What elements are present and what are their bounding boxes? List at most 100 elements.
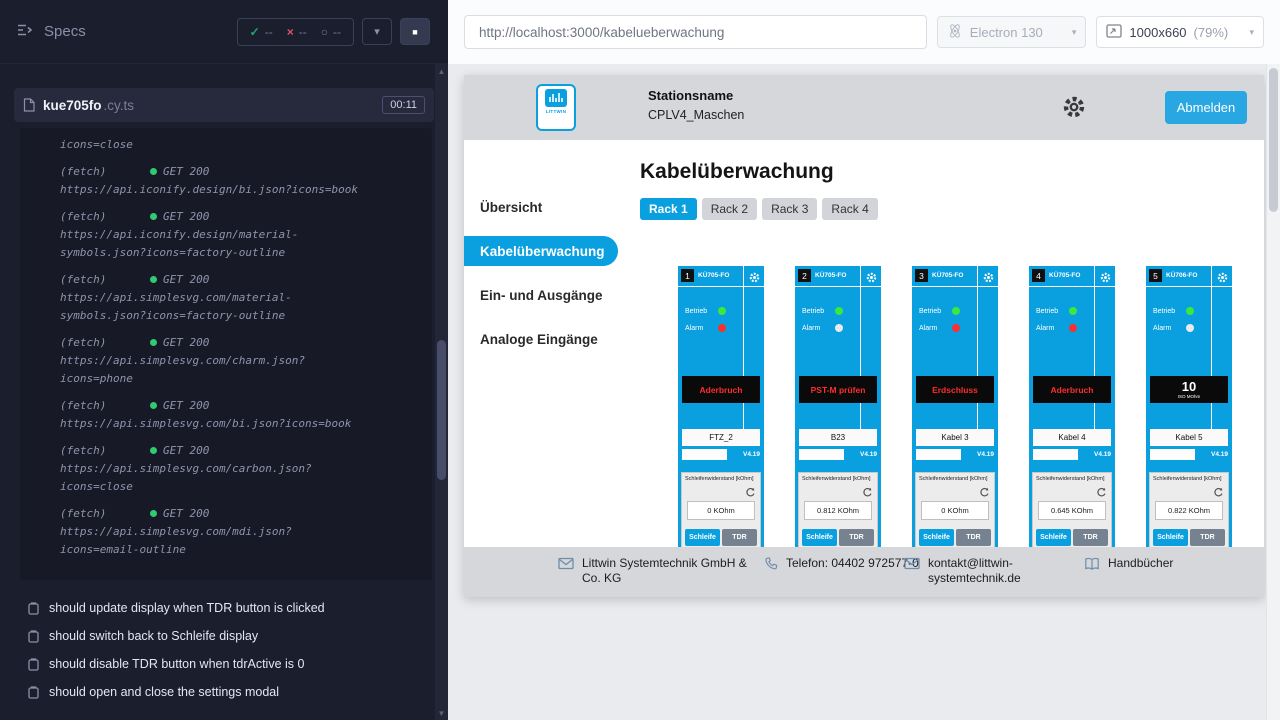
url-input[interactable]: http://localhost:3000/kabelueberwachung (464, 15, 927, 49)
logout-button[interactable]: Abmelden (1165, 91, 1247, 124)
test-title[interactable]: should disable TDR button when tdrActive… (28, 650, 434, 678)
network-log-entry[interactable]: (fetch)GET 200 https://api.simplesvg.com… (60, 271, 418, 325)
footer-phone[interactable]: Telefon: 04402 972577-0 (764, 556, 921, 571)
viewport-select[interactable]: 1000x660 (79%) ▾ (1096, 16, 1264, 48)
status-display: Aderbruch (682, 376, 760, 403)
card-model: KÜ706-FO (1166, 272, 1197, 279)
status-display: Aderbruch (1033, 376, 1111, 403)
mail-icon (904, 557, 920, 570)
device-card: 1 KÜ705-FO Betrieb Alarm Aderbruch FTZ_2… (678, 266, 764, 547)
status-display: Erdschluss (916, 376, 994, 403)
test-icon (28, 630, 39, 643)
led-betrieb: Betrieb (685, 307, 726, 315)
tdr-button[interactable]: TDR (956, 529, 991, 546)
network-log-entry[interactable]: (fetch)GET 200 https://api.iconify.desig… (60, 208, 418, 262)
schleife-button[interactable]: Schleife (1036, 529, 1071, 546)
specs-menu[interactable]: Specs (16, 23, 86, 41)
sidebar-item-uebersicht[interactable]: Übersicht (464, 192, 620, 222)
tdr-button[interactable]: TDR (722, 529, 757, 546)
test-stats[interactable]: ✓-- ×-- ○-- (237, 18, 354, 46)
request-url: https://api.simplesvg.com/carbon.json?ic… (60, 460, 370, 496)
viewport-zoom: (79%) (1194, 25, 1229, 40)
status-dot (150, 276, 157, 283)
network-log-entry[interactable]: (fetch)GET 200 https://api.simplesvg.com… (60, 442, 418, 496)
green-led (718, 307, 726, 315)
footer-manuals[interactable]: Handbücher (1084, 556, 1173, 571)
status-dot (150, 447, 157, 454)
version-box (916, 449, 961, 460)
schleife-button[interactable]: Schleife (685, 529, 720, 546)
test-list: should update display when TDR button is… (28, 594, 434, 706)
sidebar-item-analoge-eingaenge[interactable]: Analoge Eingänge (464, 324, 620, 354)
led-betrieb: Betrieb (802, 307, 843, 315)
card-settings-gear-icon[interactable] (1217, 270, 1228, 288)
browser-bar: http://localhost:3000/kabelueberwachung … (448, 0, 1280, 64)
rack-tabs: Rack 1 Rack 2 Rack 3 Rack 4 (640, 198, 1264, 220)
schleife-button[interactable]: Schleife (802, 529, 837, 546)
settings-gear-icon[interactable] (1062, 95, 1086, 124)
network-log-entry[interactable]: (fetch)GET 200 https://api.iconify.desig… (60, 163, 418, 199)
schleife-button[interactable]: Schleife (919, 529, 954, 546)
off-led (835, 324, 843, 332)
device-card: 2 KÜ705-FO Betrieb Alarm PST-M prüfen B2… (795, 266, 881, 547)
version-box (799, 449, 844, 460)
stop-icon: ■ (412, 27, 417, 37)
scroll-down-arrow-icon[interactable]: ▼ (435, 706, 448, 720)
card-settings-gear-icon[interactable] (1100, 270, 1111, 288)
tab-rack-2[interactable]: Rack 2 (702, 198, 757, 220)
tdr-button[interactable]: TDR (1190, 529, 1225, 546)
sidebar-item-kabelueberwachung[interactable]: Kabelüberwachung (464, 236, 618, 266)
scroll-up-arrow-icon[interactable]: ▲ (435, 64, 448, 78)
card-model: KÜ705-FO (932, 272, 963, 279)
spec-name: kue705fo (43, 98, 102, 113)
request-url: https://api.simplesvg.com/material-symbo… (60, 289, 370, 325)
browser-select[interactable]: Electron 130 ▾ (937, 16, 1087, 48)
scrollbar-thumb[interactable] (437, 340, 446, 480)
status-dot (150, 510, 157, 517)
aut-scrollbar[interactable] (1266, 64, 1280, 720)
spec-timer: 00:11 (382, 96, 425, 114)
firmware-version: V4.19 (1211, 451, 1228, 458)
schleife-button[interactable]: Schleife (1153, 529, 1188, 546)
cable-name: FTZ_2 (682, 429, 760, 446)
footer-email[interactable]: kontakt@littwin-systemtechnik.de (904, 556, 1033, 586)
green-led (1186, 307, 1194, 315)
test-title[interactable]: should switch back to Schleife display (28, 622, 434, 650)
measurement-value: 0.645 KOhm (1038, 501, 1106, 520)
stop-button[interactable]: ■ (400, 18, 430, 45)
specs-menu-icon (16, 23, 34, 41)
station-label: Stationsname (648, 88, 744, 103)
network-log-entry[interactable]: (fetch)GET 200 https://api.simplesvg.com… (60, 397, 418, 433)
tab-rack-1[interactable]: Rack 1 (640, 198, 697, 220)
network-log-entry[interactable]: (fetch)GET 200 https://api.simplesvg.com… (60, 505, 418, 559)
scrollbar-thumb[interactable] (1269, 68, 1278, 212)
card-settings-gear-icon[interactable] (983, 270, 994, 288)
tdr-button[interactable]: TDR (839, 529, 874, 546)
green-led (835, 307, 843, 315)
measurement-label: Schleifenwiderstand [kOhm] (682, 473, 760, 482)
test-title[interactable]: should open and close the settings modal (28, 678, 434, 706)
firmware-version: V4.19 (860, 451, 877, 458)
cable-name: Kabel 4 (1033, 429, 1111, 446)
app-header: LITTWIN Stationsname CPLV4_Maschen Abmel… (464, 75, 1264, 140)
card-settings-gear-icon[interactable] (749, 270, 760, 288)
sidebar-item-ein-und-ausgaenge[interactable]: Ein- und Ausgänge (464, 280, 620, 310)
network-log-entry[interactable]: (fetch)GET 200 https://api.simplesvg.com… (60, 334, 418, 388)
spec-file-row[interactable]: kue705fo .cy.ts 00:11 (14, 88, 434, 122)
reporter-scrollbar[interactable]: ▲ ▼ (435, 64, 448, 720)
tab-rack-3[interactable]: Rack 3 (762, 198, 817, 220)
chevron-down-icon: ▾ (1072, 27, 1077, 38)
book-icon (1084, 557, 1100, 571)
app-main: Kabelüberwachung Rack 1 Rack 2 Rack 3 Ra… (620, 140, 1264, 547)
tdr-button[interactable]: TDR (1073, 529, 1108, 546)
mail-icon (558, 557, 574, 570)
littwin-logo: LITTWIN (536, 84, 576, 131)
card-number: 5 (1149, 269, 1162, 282)
cable-name: Kabel 3 (916, 429, 994, 446)
test-title[interactable]: should update display when TDR button is… (28, 594, 434, 622)
card-model: KÜ705-FO (1049, 272, 1080, 279)
card-settings-gear-icon[interactable] (866, 270, 877, 288)
collapse-button[interactable]: ▾ (362, 18, 392, 45)
card-divider (743, 266, 744, 429)
tab-rack-4[interactable]: Rack 4 (822, 198, 877, 220)
